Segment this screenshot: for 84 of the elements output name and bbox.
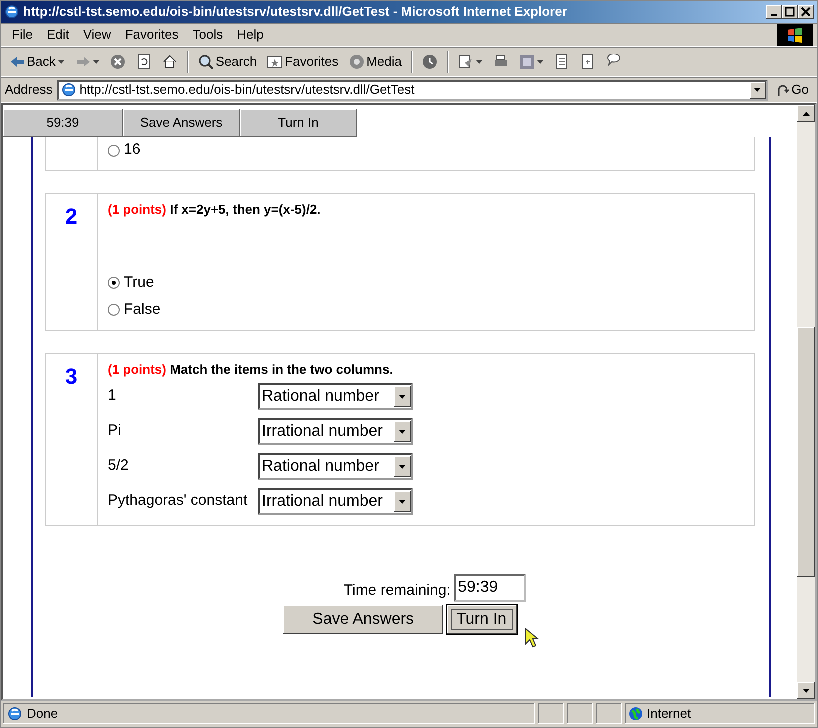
- radio-button[interactable]: [108, 277, 120, 289]
- page-icon: [7, 706, 23, 722]
- answer-dropdown[interactable]: Rational number: [258, 383, 413, 410]
- close-icon: [800, 6, 812, 18]
- footer-button[interactable]: Save Answers: [283, 605, 444, 634]
- time-field: 59:39: [454, 574, 526, 602]
- windows-logo-icon: [786, 27, 804, 43]
- search-icon: [198, 54, 214, 70]
- back-button[interactable]: Back: [5, 50, 69, 74]
- menu-item[interactable]: Edit: [40, 23, 76, 47]
- radio-button[interactable]: [108, 144, 120, 156]
- back-arrow-icon: [9, 54, 25, 70]
- answer-dropdown[interactable]: Irrational number: [258, 488, 413, 515]
- scroll-up-button[interactable]: [797, 105, 815, 122]
- address-label: Address: [5, 81, 53, 100]
- menu-item[interactable]: Tools: [186, 23, 230, 47]
- toolbar-button[interactable]: Save Answers: [123, 109, 240, 137]
- minimize-icon: [771, 14, 777, 16]
- menu-item[interactable]: Favorites: [118, 23, 186, 47]
- globe-icon: [629, 706, 643, 720]
- dropdown-arrow-icon: [754, 88, 762, 92]
- menu-item[interactable]: File: [5, 23, 40, 47]
- radio-button[interactable]: [108, 304, 120, 316]
- star-folder-icon: [267, 54, 284, 70]
- footer-button[interactable]: Turn In: [446, 605, 517, 634]
- minimize-button[interactable]: [766, 5, 782, 19]
- address-field[interactable]: http://cstl-tst.semo.edu/ois-bin/utestsrv/utestsrv.dll/GetTest: [56, 80, 768, 100]
- match-item: 1: [108, 386, 118, 406]
- pointer-cursor-icon: [525, 628, 539, 648]
- caret-icon: [476, 60, 483, 64]
- match-item: Pi: [108, 421, 122, 442]
- caret-icon: [58, 60, 65, 64]
- document-icon: [554, 54, 570, 70]
- status-text: Done: [27, 704, 58, 723]
- down-arrow-icon: [802, 688, 810, 692]
- dropdown-arrow-icon: [399, 394, 406, 398]
- home-icon: [162, 54, 178, 70]
- status-panel: [596, 703, 622, 724]
- question-number: 2: [65, 204, 78, 229]
- timer-display: 59:39: [3, 109, 123, 137]
- stop-icon: [110, 54, 126, 70]
- page-icon: [60, 82, 77, 98]
- answer-dropdown[interactable]: Irrational number: [258, 418, 413, 445]
- refresh-icon: [136, 54, 152, 70]
- scroll-down-button[interactable]: [797, 682, 815, 699]
- option-label: True: [124, 272, 154, 293]
- browser-logo-icon: [4, 4, 20, 20]
- mail-icon: [458, 54, 474, 70]
- match-item: 5/2: [108, 456, 130, 476]
- answer-dropdown[interactable]: Rational number: [258, 453, 413, 480]
- media-button[interactable]: Media: [344, 50, 406, 74]
- status-panel: [567, 703, 593, 724]
- up-arrow-icon: [802, 112, 810, 116]
- go-button[interactable]: Go: [772, 78, 813, 102]
- question-text: (1 points) If x=2y+5, then y=(x-5)/2.: [108, 201, 322, 219]
- zone-text: Internet: [647, 704, 692, 723]
- menu-item[interactable]: Help: [230, 23, 271, 47]
- option-label: 16: [124, 140, 141, 160]
- status-panel: [538, 703, 564, 724]
- window-title: http://cstl-tst.semo.edu/ois-bin/utestsrv/utestsrv.dll/GetTest - Microsoft Internet Explorer: [23, 3, 568, 22]
- document-icon: [580, 54, 596, 70]
- time-label: Time remaining:: [344, 580, 451, 600]
- question-number: 3: [65, 364, 78, 388]
- caret-icon: [92, 60, 100, 64]
- close-button[interactable]: [798, 5, 814, 19]
- toolbar-button[interactable]: Turn In: [240, 109, 357, 137]
- window-icon: [519, 54, 535, 70]
- menu-item[interactable]: View: [76, 23, 118, 47]
- match-item: Pythagoras' constant: [108, 491, 249, 512]
- search-button[interactable]: Search: [194, 50, 262, 74]
- dropdown-arrow-icon: [399, 500, 406, 504]
- dropdown-arrow-icon: [399, 430, 406, 434]
- question-text: (1 points) Match the items in the two columns.: [108, 360, 394, 379]
- option-label: False: [124, 300, 161, 320]
- clock-icon: [422, 54, 438, 70]
- disc-icon: [348, 54, 365, 70]
- scrollbar-thumb[interactable]: [797, 327, 815, 577]
- favorites-button[interactable]: Favorites: [263, 50, 343, 74]
- maximize-icon: [784, 6, 796, 18]
- dropdown-arrow-icon: [399, 464, 406, 468]
- forward-arrow-icon: [74, 54, 91, 70]
- caret-icon: [537, 60, 544, 64]
- go-arrow-icon: [776, 83, 790, 97]
- maximize-button[interactable]: [782, 5, 798, 19]
